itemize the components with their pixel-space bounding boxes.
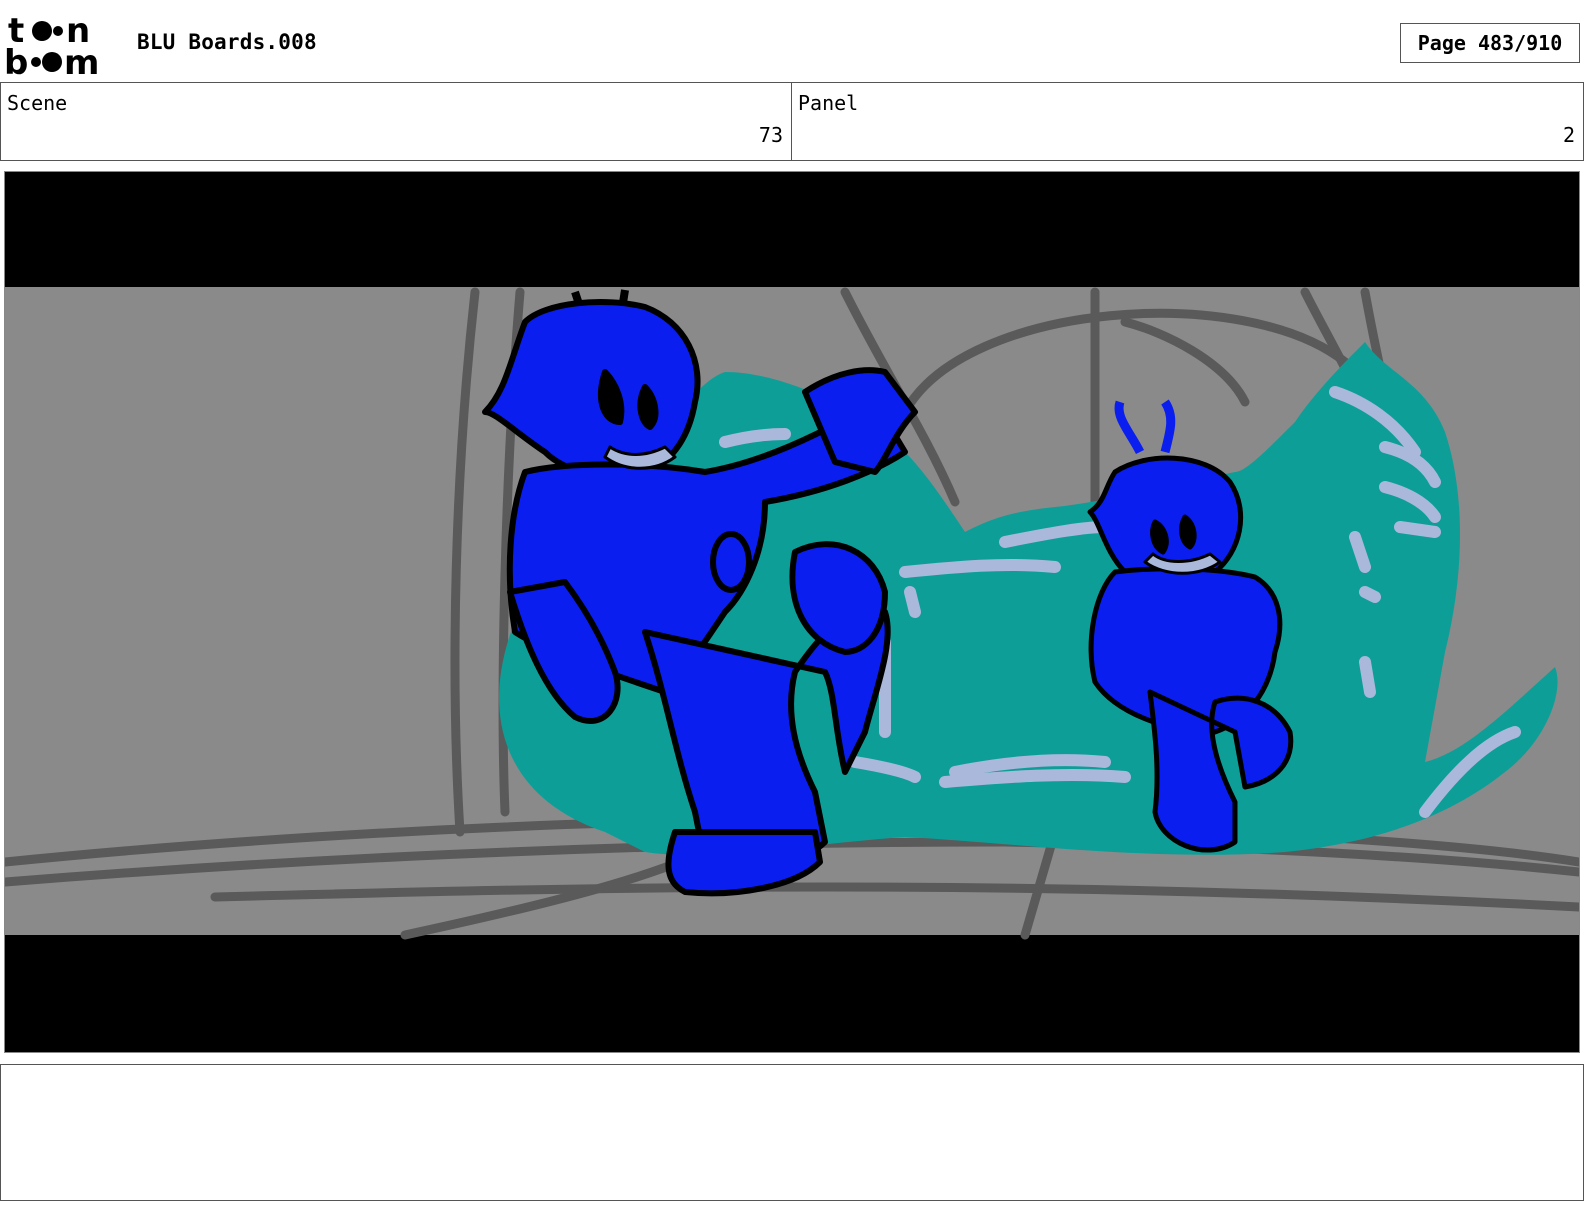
toon-boom-logo: t n b m xyxy=(4,11,116,83)
svg-text:m: m xyxy=(64,43,99,76)
panel-cell: Panel 2 xyxy=(792,83,1584,160)
scene-cell: Scene 73 xyxy=(0,83,792,160)
scene-panel-row: Scene 73 Panel 2 xyxy=(0,82,1584,161)
panel-label: Panel xyxy=(798,91,859,115)
storyboard-frame xyxy=(4,171,1580,1053)
project-title: BLU Boards.008 xyxy=(137,30,317,54)
page-indicator-text: Page 483/910 xyxy=(1417,31,1563,55)
page-indicator: Page 483/910 xyxy=(1400,23,1580,63)
svg-text:b: b xyxy=(4,43,28,76)
scene-number: 73 xyxy=(758,123,783,147)
panel-number: 2 xyxy=(1562,123,1575,147)
letterbox-top xyxy=(5,172,1579,287)
letterbox-bottom xyxy=(5,935,1579,1052)
storyboard-drawing xyxy=(5,172,1579,1052)
scene-label: Scene xyxy=(7,91,68,115)
notes-box xyxy=(0,1064,1584,1201)
